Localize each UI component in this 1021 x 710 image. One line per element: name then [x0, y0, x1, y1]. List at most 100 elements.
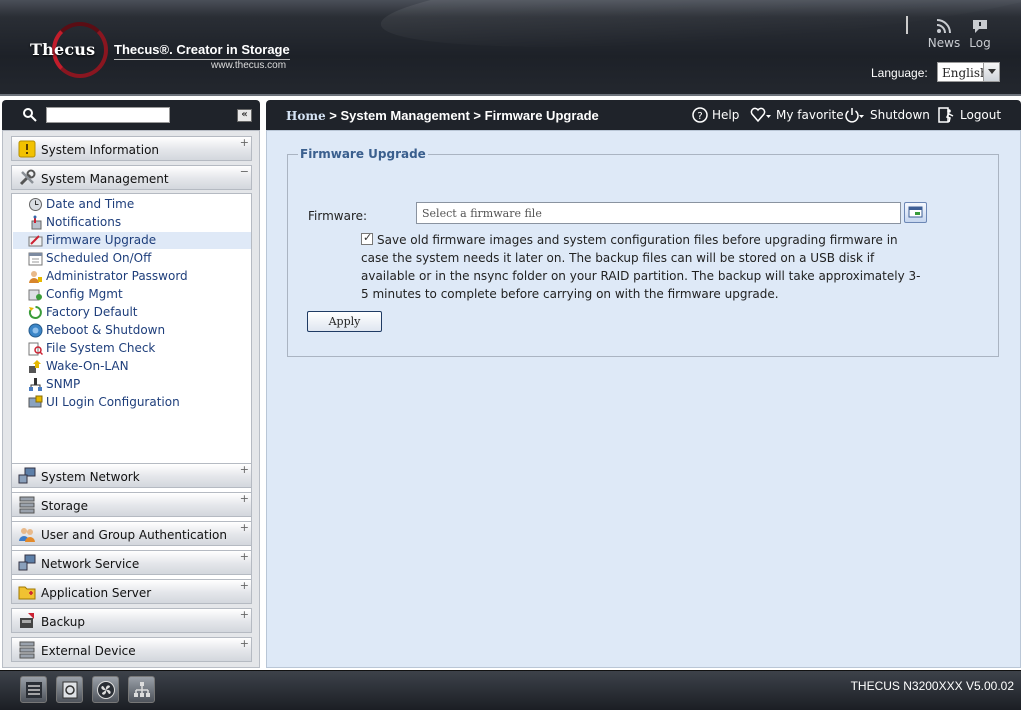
help-button[interactable]: ? Help	[692, 107, 739, 123]
expand-icon: +	[239, 136, 249, 149]
news-label: News	[927, 36, 961, 50]
expand-icon: +	[239, 637, 249, 650]
breadcrumb-home[interactable]: Home	[286, 109, 326, 123]
sidebar-item-administrator-password[interactable]: Administrator Password	[13, 268, 251, 285]
sidebar-item-file-system-check[interactable]: File System Check	[13, 340, 251, 357]
logout-icon	[938, 107, 954, 123]
sidebar-item-firmware-upgrade[interactable]: Firmware Upgrade	[13, 232, 251, 249]
apply-button[interactable]: Apply	[307, 311, 382, 332]
lan-button[interactable]	[128, 676, 155, 703]
news-link[interactable]: News	[924, 18, 964, 50]
backup-icon	[20, 613, 34, 628]
sidebar-item-label: Firmware Upgrade	[46, 233, 157, 247]
sidebar-category-system-information[interactable]: System Information +	[11, 136, 252, 161]
app-header: Thecus Thecus®. Creator in Storage www.t…	[0, 0, 1021, 96]
footer-bar: THECUS N3200XXX V5.00.02	[0, 670, 1021, 710]
disk-button[interactable]	[56, 676, 83, 703]
shutdown-label: Shutdown	[870, 108, 930, 122]
server-button[interactable]	[20, 676, 47, 703]
snmp-icon	[29, 378, 42, 391]
category-label: Storage	[41, 499, 88, 513]
sidebar-item-label: Scheduled On/Off	[46, 251, 152, 265]
heart-icon	[750, 107, 771, 123]
browse-button[interactable]	[904, 202, 927, 223]
network-icon	[18, 467, 36, 484]
language-select[interactable]: English	[937, 62, 1000, 82]
sidebar-category-external-device[interactable]: External Device +	[11, 637, 252, 662]
backup-note: Save old firmware images and system conf…	[361, 233, 921, 301]
network-service-icon	[18, 554, 36, 571]
sidebar-item-ui-login-configuration[interactable]: UI Login Configuration	[13, 394, 251, 411]
config-icon	[28, 289, 42, 301]
sidebar-item-wake-on-lan[interactable]: Wake-On-LAN	[13, 358, 251, 375]
reboot-icon	[28, 323, 43, 338]
expand-icon: +	[239, 492, 249, 505]
notification-icon	[31, 215, 42, 230]
firmware-upgrade-section: Firmware Upgrade Firmware: Select a firm…	[287, 147, 999, 357]
language-value: English	[942, 66, 988, 80]
sidebar-item-snmp[interactable]: SNMP	[13, 376, 251, 393]
fan-button[interactable]	[92, 676, 119, 703]
section-title: Firmware Upgrade	[300, 147, 426, 161]
sidebar-item-label: Notifications	[46, 215, 122, 229]
login-config-icon	[28, 395, 43, 408]
favorite-label: My favorite	[776, 108, 844, 122]
help-icon: ?	[692, 107, 708, 123]
tagline: Thecus®. Creator in Storage	[114, 42, 290, 60]
sidebar-item-notifications[interactable]: Notifications	[13, 214, 251, 231]
version-label: THECUS N3200XXX V5.00.02	[850, 679, 1014, 693]
admin-icon	[29, 271, 42, 283]
disk-icon	[62, 681, 78, 699]
power-icon	[845, 108, 864, 123]
logout-button[interactable]: Logout	[938, 107, 1001, 123]
sidebar-item-config-mgmt[interactable]: Config Mgmt	[13, 286, 251, 303]
search-icon	[23, 108, 37, 122]
sidebar-category-system-network[interactable]: System Network +	[11, 463, 252, 488]
help-label: Help	[712, 108, 740, 122]
category-label: Application Server	[41, 586, 152, 600]
breadcrumb: Home > System Management > Firmware Upgr…	[286, 108, 599, 123]
sidebar-category-network-service[interactable]: Network Service +	[11, 550, 252, 575]
search-input[interactable]	[46, 107, 170, 123]
sidebar-item-scheduled-on-off[interactable]: Scheduled On/Off	[13, 250, 251, 267]
collapse-icon: −	[239, 165, 249, 178]
browse-icon	[908, 206, 923, 218]
firmware-label: Firmware:	[308, 209, 368, 223]
sidebar-item-date-and-time[interactable]: Date and Time	[13, 196, 251, 213]
sidebar-search-bar: «	[2, 100, 260, 130]
log-link[interactable]: Log	[960, 18, 1000, 50]
sidebar-item-factory-default[interactable]: Factory Default	[13, 304, 251, 321]
sidebar-item-label: Factory Default	[46, 305, 138, 319]
collapse-sidebar-button[interactable]: «	[237, 109, 252, 122]
category-label: Backup	[41, 615, 85, 629]
firmware-file-input[interactable]: Select a firmware file	[416, 202, 901, 224]
tools-icon	[19, 169, 36, 186]
site-url: www.thecus.com	[211, 60, 287, 71]
sidebar-category-storage[interactable]: Storage +	[11, 492, 252, 517]
sidebar-item-label: Wake-On-LAN	[46, 359, 129, 373]
sidebar-item-reboot-shutdown[interactable]: Reboot & Shutdown	[13, 322, 251, 339]
sidebar-category-application-server[interactable]: Application Server +	[11, 579, 252, 604]
sidebar-category-backup[interactable]: Backup +	[11, 608, 252, 633]
favorite-button[interactable]: My favorite	[750, 107, 844, 123]
speech-bubble-icon	[973, 20, 987, 33]
expand-icon: +	[239, 579, 249, 592]
sidebar-category-system-management[interactable]: System Management −	[11, 165, 252, 190]
sidebar-category-user-group-authentication[interactable]: User and Group Authentication +	[11, 521, 252, 546]
storage-icon	[19, 496, 35, 514]
category-label: External Device	[41, 644, 136, 658]
wol-icon	[29, 360, 41, 373]
lan-icon	[134, 682, 150, 697]
external-device-icon	[19, 641, 35, 659]
server-icon	[26, 682, 42, 698]
svg-text:?: ?	[697, 111, 702, 122]
main-content: Firmware Upgrade Firmware: Select a firm…	[266, 130, 1021, 668]
users-icon	[19, 528, 35, 542]
rss-icon	[936, 19, 951, 34]
expand-icon: +	[239, 550, 249, 563]
firmware-icon	[28, 235, 43, 247]
sidebar-item-label: Date and Time	[46, 197, 135, 211]
sidebar: System Information + System Management −…	[2, 130, 260, 668]
category-label: System Network	[41, 470, 140, 484]
shutdown-button[interactable]: Shutdown	[844, 107, 930, 123]
